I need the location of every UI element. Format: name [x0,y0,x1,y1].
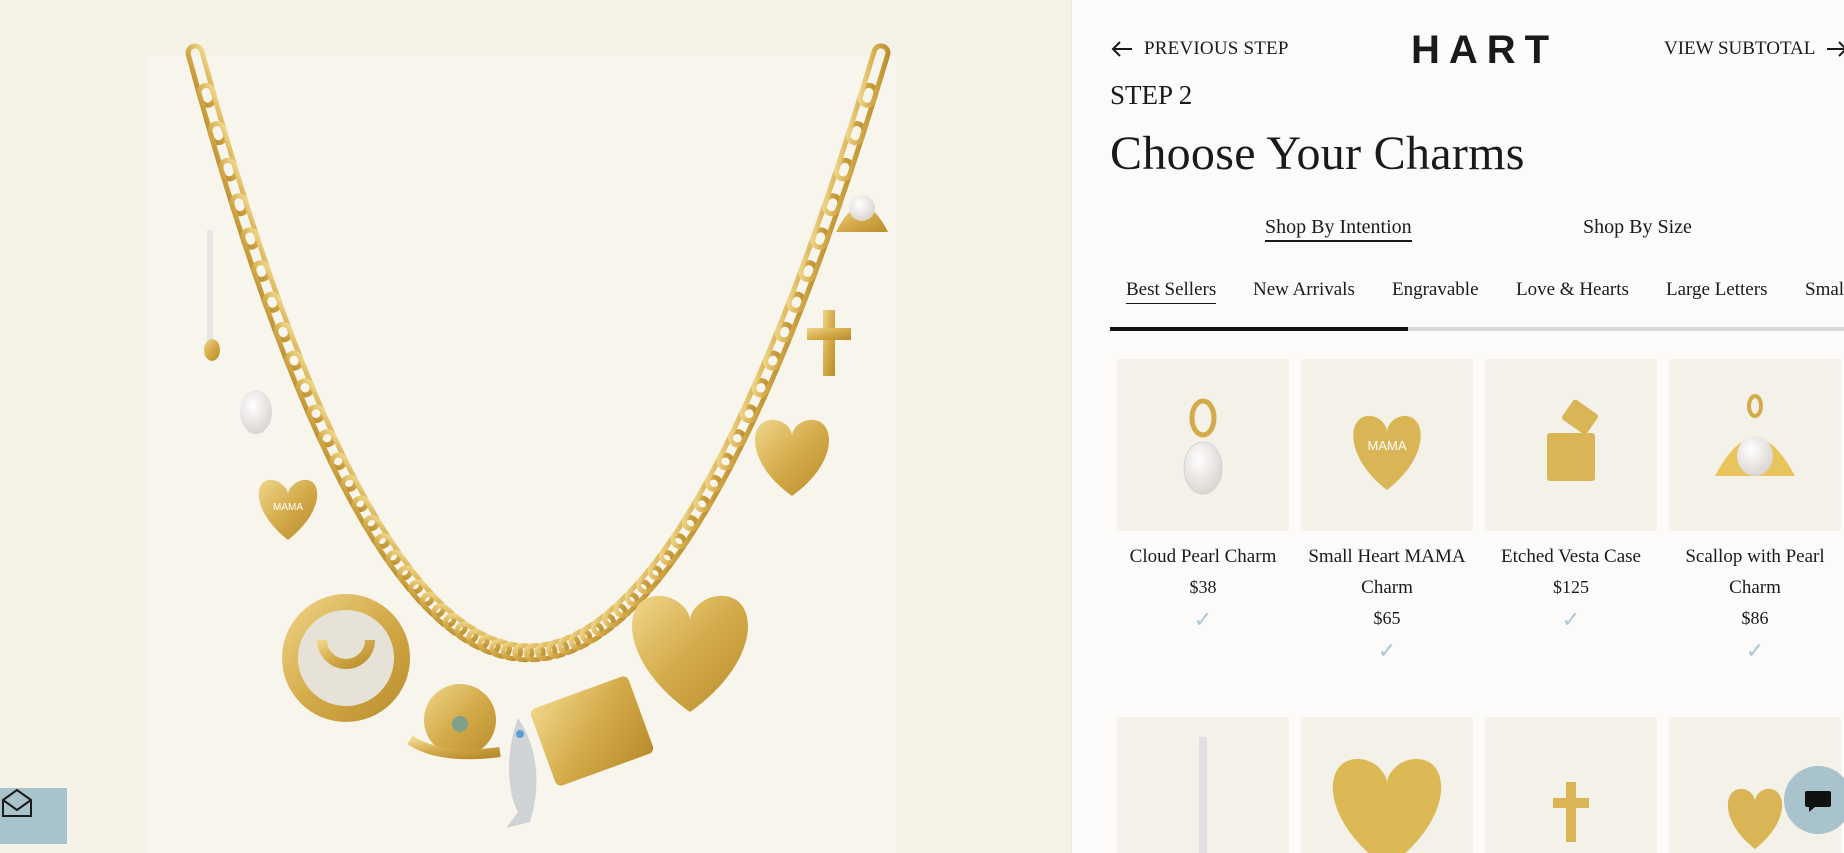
horseshoe-coin-charm [282,594,410,722]
chain-link [857,43,891,108]
product-price: $86 [1741,608,1769,628]
previous-step-link[interactable]: PREVIOUS STEP [1110,38,1289,60]
charm-selection-panel: PREVIOUS STEP HART VIEW SUBTOTAL STEP 2 … [1071,0,1844,853]
scallop-pearl-charm-icon [1715,394,1795,476]
product-price: $38 [1189,577,1217,597]
chain-link [477,634,501,656]
category-scrollbar-thumb[interactable] [1110,327,1408,331]
tab-large-letters[interactable]: Large Letters [1666,279,1767,301]
arrow-left-icon [1111,41,1132,57]
envelope-icon [1,788,32,817]
shop-mode-tabs: Shop By Intention Shop By Size [1072,216,1844,246]
radiant-heart-charm [754,419,830,496]
page-title: Choose Your Charms [1110,127,1525,180]
category-scrollbar[interactable] [1110,327,1844,331]
scallop-pearl-charm [836,195,888,232]
chain-link [546,638,569,659]
tab-best-sellers[interactable]: Best Sellers [1126,279,1217,304]
svg-text:MAMA: MAMA [1368,438,1407,453]
chain [185,43,891,663]
chain-link [557,634,581,656]
view-subtotal-link[interactable]: VIEW SUBTOTAL [1664,38,1844,60]
view-subtotal-label: VIEW SUBTOTAL [1664,38,1816,59]
bar-charm-icon [1199,737,1207,853]
tab-shop-by-size[interactable]: Shop By Size [1583,216,1692,239]
small-heart-charm-icon [1727,788,1783,849]
product-name[interactable]: Etched Vesta Case [1479,541,1663,572]
product-image[interactable] [1117,359,1289,531]
chat-button[interactable] [1784,766,1844,834]
product-card[interactable]: Scallop with Pearl Charm $86 ✓ [1669,359,1841,666]
product-name[interactable]: Small Heart MAMA Charm [1295,541,1479,603]
brand-logo[interactable]: HART [1411,28,1558,73]
bar-charm [204,230,220,361]
pearl-charm-icon [1183,398,1223,495]
check-icon[interactable]: ✓ [1669,636,1841,666]
product-card[interactable]: Cloud Pearl Charm $38 ✓ [1117,359,1289,635]
product-card[interactable] [1301,717,1473,853]
check-icon[interactable]: ✓ [1485,605,1657,635]
product-price: $125 [1553,577,1589,597]
product-name[interactable]: Scallop with Pearl Charm [1663,541,1844,603]
chat-bubble-icon [1805,791,1831,812]
product-card[interactable]: Etched Vesta Case $125 ✓ [1485,359,1657,635]
previous-step-label: PREVIOUS STEP [1144,38,1289,59]
svg-text:MAMA: MAMA [273,502,303,513]
step-navigation: PREVIOUS STEP HART VIEW SUBTOTAL [1072,28,1844,72]
product-card[interactable] [1485,717,1657,853]
necklace-illustration: MAMA [185,43,891,828]
product-card[interactable]: MAMA Small Heart MAMA Charm $65 ✓ [1301,359,1473,666]
vesta-case-charm [530,676,654,786]
tab-new-arrivals[interactable]: New Arrivals [1253,279,1355,301]
product-name[interactable]: Cloud Pearl Charm [1111,541,1295,572]
arrow-right-icon [1827,41,1844,57]
cross-charm-icon [1553,782,1589,842]
snail-charm [407,684,501,760]
check-icon[interactable]: ✓ [1117,605,1289,635]
heart-mama-charm: MAMA [258,479,318,540]
product-image[interactable] [1117,717,1289,853]
large-heart-charm-icon [1332,758,1442,853]
product-image[interactable] [1669,359,1841,531]
tab-shop-by-intention[interactable]: Shop By Intention [1265,216,1412,242]
vesta-case-charm-icon [1547,399,1598,481]
product-price: $65 [1373,608,1401,628]
necklace-preview: MAMA [0,0,1070,853]
product-card[interactable] [1117,717,1289,853]
step-label: STEP 2 [1110,80,1193,110]
tab-small[interactable]: Smal [1805,279,1844,301]
cross-charm [807,310,851,376]
category-tabs: Best Sellers New Arrivals Engravable Lov… [1072,279,1844,309]
product-image[interactable] [1485,717,1657,853]
newsletter-button[interactable] [0,788,67,844]
check-icon[interactable]: ✓ [1301,636,1473,666]
pearl-charm [240,390,272,434]
tab-engravable[interactable]: Engravable [1392,279,1479,301]
heart-mama-charm-icon: MAMA [1353,415,1421,490]
large-heart-charm [632,595,748,712]
product-image[interactable]: MAMA [1301,359,1473,531]
product-image[interactable] [1301,717,1473,853]
product-image[interactable] [1485,359,1657,531]
tab-love-hearts[interactable]: Love & Hearts [1516,279,1629,301]
fish-charm [506,718,537,828]
